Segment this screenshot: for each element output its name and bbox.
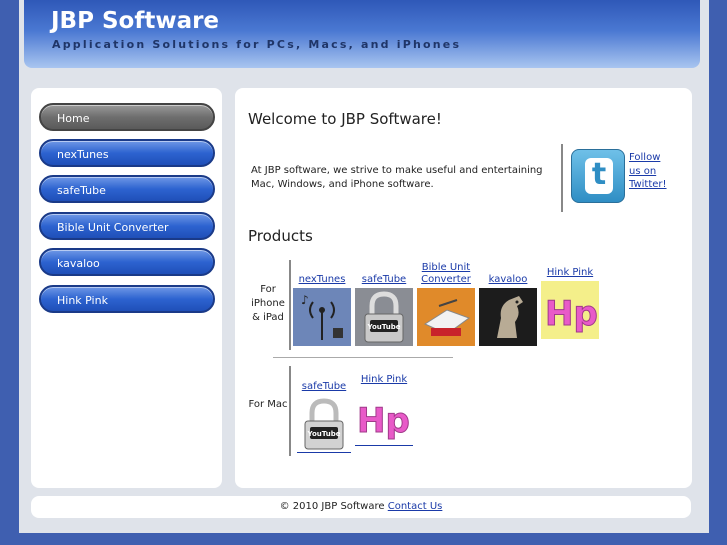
product-safetube-mac[interactable]: safeTube YouTube xyxy=(297,381,351,453)
product-kavaloo[interactable]: kavaloo xyxy=(479,274,537,346)
product-label[interactable]: nexTunes xyxy=(293,274,351,286)
twitter-link[interactable]: Follow us on Twitter! xyxy=(629,151,673,192)
product-bible-unit-converter[interactable]: Bible Unit Converter xyxy=(417,262,475,346)
product-hink-pink[interactable]: Hink Pink Hp xyxy=(541,267,599,339)
svg-text:Hp: Hp xyxy=(357,401,410,441)
bible-unit-converter-icon[interactable] xyxy=(417,288,475,346)
site-title[interactable]: JBP Software xyxy=(51,8,219,34)
svg-text:♪: ♪ xyxy=(301,293,309,307)
twitter-icon[interactable]: t xyxy=(571,149,625,203)
copyright-text: © 2010 JBP Software xyxy=(279,501,385,512)
product-hink-pink-mac[interactable]: Hink Pink Hp xyxy=(355,374,413,446)
divider xyxy=(273,357,453,358)
hink-pink-icon[interactable]: Hp xyxy=(541,281,599,339)
product-nextunes[interactable]: nexTunes ♪ xyxy=(293,274,351,346)
product-label[interactable]: Hink Pink xyxy=(541,267,599,279)
product-safetube[interactable]: safeTube YouTube xyxy=(355,274,413,346)
intro-text: At JBP software, we strive to make usefu… xyxy=(251,165,543,190)
nextunes-icon[interactable]: ♪ xyxy=(293,288,351,346)
divider xyxy=(289,366,291,456)
sidebar-item-hink-pink[interactable]: Hink Pink xyxy=(39,285,215,313)
platform-label-mac: For Mac xyxy=(248,399,288,410)
welcome-heading: Welcome to JBP Software! xyxy=(248,110,442,128)
footer: © 2010 JBP Software Contact Us xyxy=(31,496,691,518)
svg-text:Hp: Hp xyxy=(545,294,598,334)
site-tagline: Application Solutions for PCs, Macs, and… xyxy=(52,38,462,51)
products-heading: Products xyxy=(248,227,313,245)
svg-text:YouTube: YouTube xyxy=(367,323,401,331)
sidebar: Home nexTunes safeTube Bible Unit Conver… xyxy=(31,88,222,488)
divider xyxy=(561,144,563,212)
product-label[interactable]: Hink Pink xyxy=(355,374,413,386)
divider xyxy=(289,260,291,350)
product-label[interactable]: Bible Unit Converter xyxy=(417,262,475,286)
sidebar-item-bible-unit-converter[interactable]: Bible Unit Converter xyxy=(39,212,215,240)
main-content: Welcome to JBP Software! At JBP software… xyxy=(235,88,692,488)
svg-text:YouTube: YouTube xyxy=(307,430,341,438)
product-label[interactable]: kavaloo xyxy=(479,274,537,286)
sidebar-item-home[interactable]: Home xyxy=(39,103,215,131)
product-label[interactable]: safeTube xyxy=(355,274,413,286)
platform-label-iphone: For iPhone & iPad xyxy=(251,284,285,323)
sidebar-item-kavaloo[interactable]: kavaloo xyxy=(39,248,215,276)
safetube-lock-icon[interactable]: YouTube xyxy=(355,288,413,346)
sidebar-item-nextunes[interactable]: nexTunes xyxy=(39,139,215,167)
sidebar-item-safetube[interactable]: safeTube xyxy=(39,175,215,203)
product-label[interactable]: safeTube xyxy=(297,381,351,393)
kavaloo-horse-icon[interactable] xyxy=(479,288,537,346)
hink-pink-icon[interactable]: Hp xyxy=(355,388,413,446)
contact-us-link[interactable]: Contact Us xyxy=(388,501,443,512)
safetube-lock-icon[interactable]: YouTube xyxy=(297,395,351,453)
